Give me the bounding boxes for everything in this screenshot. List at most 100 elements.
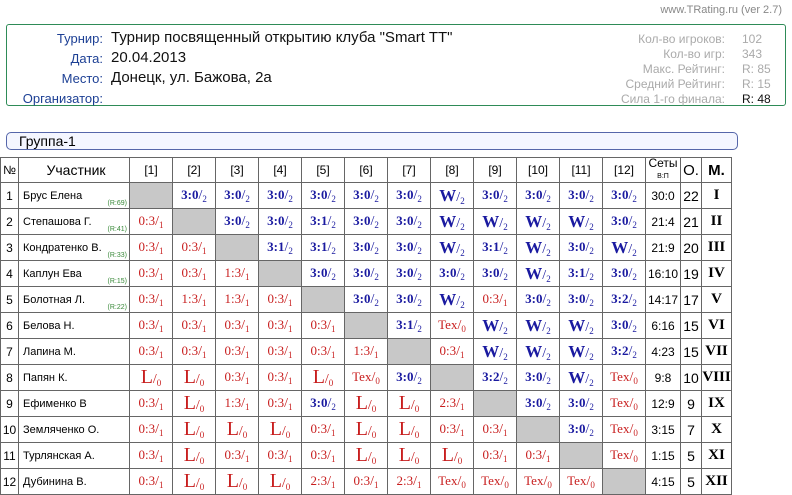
result-score: 3:0 bbox=[396, 213, 414, 228]
result-points: 1 bbox=[546, 454, 551, 464]
result-cell: 3:0/2 bbox=[602, 312, 646, 339]
player-name-text[interactable]: Папян К. bbox=[23, 372, 68, 384]
result-points: 2 bbox=[589, 194, 594, 204]
result-cell: 0:3/1 bbox=[516, 442, 560, 469]
player-name-text[interactable]: Ефименко В bbox=[23, 398, 87, 410]
result-points: 2 bbox=[460, 247, 465, 258]
player-name-text[interactable]: Каплун Ева bbox=[23, 268, 82, 280]
result-points: 0 bbox=[156, 378, 162, 388]
result-score: 0:3 bbox=[224, 317, 242, 332]
result-cell: L/0 bbox=[344, 416, 388, 443]
row-number: 3 bbox=[0, 234, 19, 261]
result-points: 2 bbox=[460, 272, 465, 282]
result-score: 3:0 bbox=[353, 187, 371, 202]
result-points: 2 bbox=[503, 272, 508, 282]
player-rating: (R:41) bbox=[107, 226, 127, 233]
player-name-text[interactable]: Дубинина В. bbox=[23, 476, 87, 488]
result-points: 1 bbox=[159, 480, 164, 490]
result-cell: Tex/0 bbox=[430, 468, 474, 495]
result-points: 2 bbox=[288, 194, 293, 204]
result-points: 1 bbox=[331, 350, 336, 360]
result-points: 2 bbox=[589, 298, 594, 308]
result-score: L bbox=[269, 470, 282, 492]
header-col-1: [1] bbox=[129, 157, 173, 183]
result-score: 3:0 bbox=[396, 239, 414, 254]
version-text[interactable]: www.TRating.ru (ver 2.7) bbox=[660, 4, 782, 16]
result-cell: 1:3/1 bbox=[344, 338, 388, 365]
result-cell: 0:3/1 bbox=[215, 442, 259, 469]
result-score: 0:3 bbox=[353, 473, 371, 488]
result-cell: 0:3/1 bbox=[215, 338, 259, 365]
result-cell: W/2 bbox=[516, 234, 560, 261]
player-name-text[interactable]: Белова Н. bbox=[23, 320, 75, 332]
result-score: W bbox=[439, 185, 457, 205]
result-score: 0:3 bbox=[138, 265, 156, 280]
result-score: L bbox=[183, 392, 196, 414]
result-points: 2 bbox=[417, 220, 422, 230]
result-cell: 3:1/2 bbox=[301, 208, 345, 235]
player-name-text[interactable]: Кондратенко В. bbox=[23, 242, 102, 254]
result-cell: 3:0/2 bbox=[602, 182, 646, 209]
result-cell: 2:3/1 bbox=[430, 390, 474, 417]
result-score: 2:3 bbox=[396, 473, 414, 488]
row-number: 2 bbox=[0, 208, 19, 235]
result-cell: 3:2/2 bbox=[473, 364, 517, 391]
result-points: 2 bbox=[546, 221, 551, 232]
header-num: № bbox=[0, 157, 19, 183]
info-label-date: Дата: bbox=[70, 51, 103, 66]
result-cell: 0:3/1 bbox=[129, 208, 173, 235]
result-points: 1 bbox=[460, 350, 465, 360]
result-score: 0:3 bbox=[310, 421, 328, 436]
info-value-place: Донецк, ул. Бажова, 2а bbox=[111, 69, 272, 86]
table-row: 5 Болотная Л. (R:22) 0:3/1 1:3/1 1:3/1 0:3/1 3:… bbox=[0, 286, 732, 313]
result-cell: 3:0/2 bbox=[387, 234, 431, 261]
player-name-text[interactable]: Брус Елена bbox=[23, 190, 82, 202]
player-rating: (R:22) bbox=[107, 304, 127, 311]
result-points: 2 bbox=[374, 272, 379, 282]
result-points: 0 bbox=[504, 480, 509, 490]
result-cell: 0:3/1 bbox=[430, 416, 474, 443]
result-cell: L/0 bbox=[301, 364, 345, 391]
result-score: 0:3 bbox=[267, 343, 285, 358]
result-cell: 3:1/2 bbox=[258, 234, 302, 261]
result-score: Tex bbox=[524, 473, 544, 488]
result-score: 0:3 bbox=[439, 421, 457, 436]
result-cell: 0:3/1 bbox=[473, 416, 517, 443]
result-score: 3:0 bbox=[611, 187, 629, 202]
header-player: Участник bbox=[18, 157, 130, 183]
result-cell: 0:3/1 bbox=[301, 312, 345, 339]
group-title-bar[interactable]: Группа-1 bbox=[6, 132, 738, 150]
result-cell: L/0 bbox=[344, 442, 388, 469]
points: 10 bbox=[680, 364, 702, 391]
result-score: W bbox=[525, 315, 543, 335]
result-score: 3:1 bbox=[482, 239, 500, 254]
player-name-text[interactable]: Земляченко О. bbox=[23, 424, 99, 436]
result-cell: W/2 bbox=[473, 338, 517, 365]
result-cell: 1:3/1 bbox=[215, 390, 259, 417]
result-points: 2 bbox=[374, 220, 379, 230]
result-points: 0 bbox=[371, 456, 377, 466]
points: 15 bbox=[680, 312, 702, 339]
place: I bbox=[701, 182, 732, 209]
result-cell: L/0 bbox=[172, 390, 216, 417]
result-cell: W/2 bbox=[430, 182, 474, 209]
points: 15 bbox=[680, 338, 702, 365]
result-points: 1 bbox=[331, 454, 336, 464]
table-row: 2 Степашова Г. (R:41) 0:3/1 3:0/2 3:0/2 3:1/2 3… bbox=[0, 208, 732, 235]
result-points: 2 bbox=[245, 194, 250, 204]
result-points: 2 bbox=[417, 272, 422, 282]
result-score: 3:0 bbox=[224, 213, 242, 228]
player-name-text[interactable]: Турлянская А. bbox=[23, 450, 95, 462]
result-cell: L/0 bbox=[387, 442, 431, 469]
points: 7 bbox=[680, 416, 702, 443]
header-col-2: [2] bbox=[172, 157, 216, 183]
player-name-text[interactable]: Степашова Г. bbox=[23, 216, 92, 228]
result-cell: 3:0/2 bbox=[215, 208, 259, 235]
player-name-text[interactable]: Болотная Л. bbox=[23, 294, 85, 306]
result-cell: 0:3/1 bbox=[129, 468, 173, 495]
result-cell: 3:1/2 bbox=[473, 234, 517, 261]
player-name-text[interactable]: Лапина М. bbox=[23, 346, 76, 358]
result-points: 2 bbox=[503, 351, 508, 362]
row-number: 1 bbox=[0, 182, 19, 209]
sets-score: 4:15 bbox=[645, 468, 681, 495]
